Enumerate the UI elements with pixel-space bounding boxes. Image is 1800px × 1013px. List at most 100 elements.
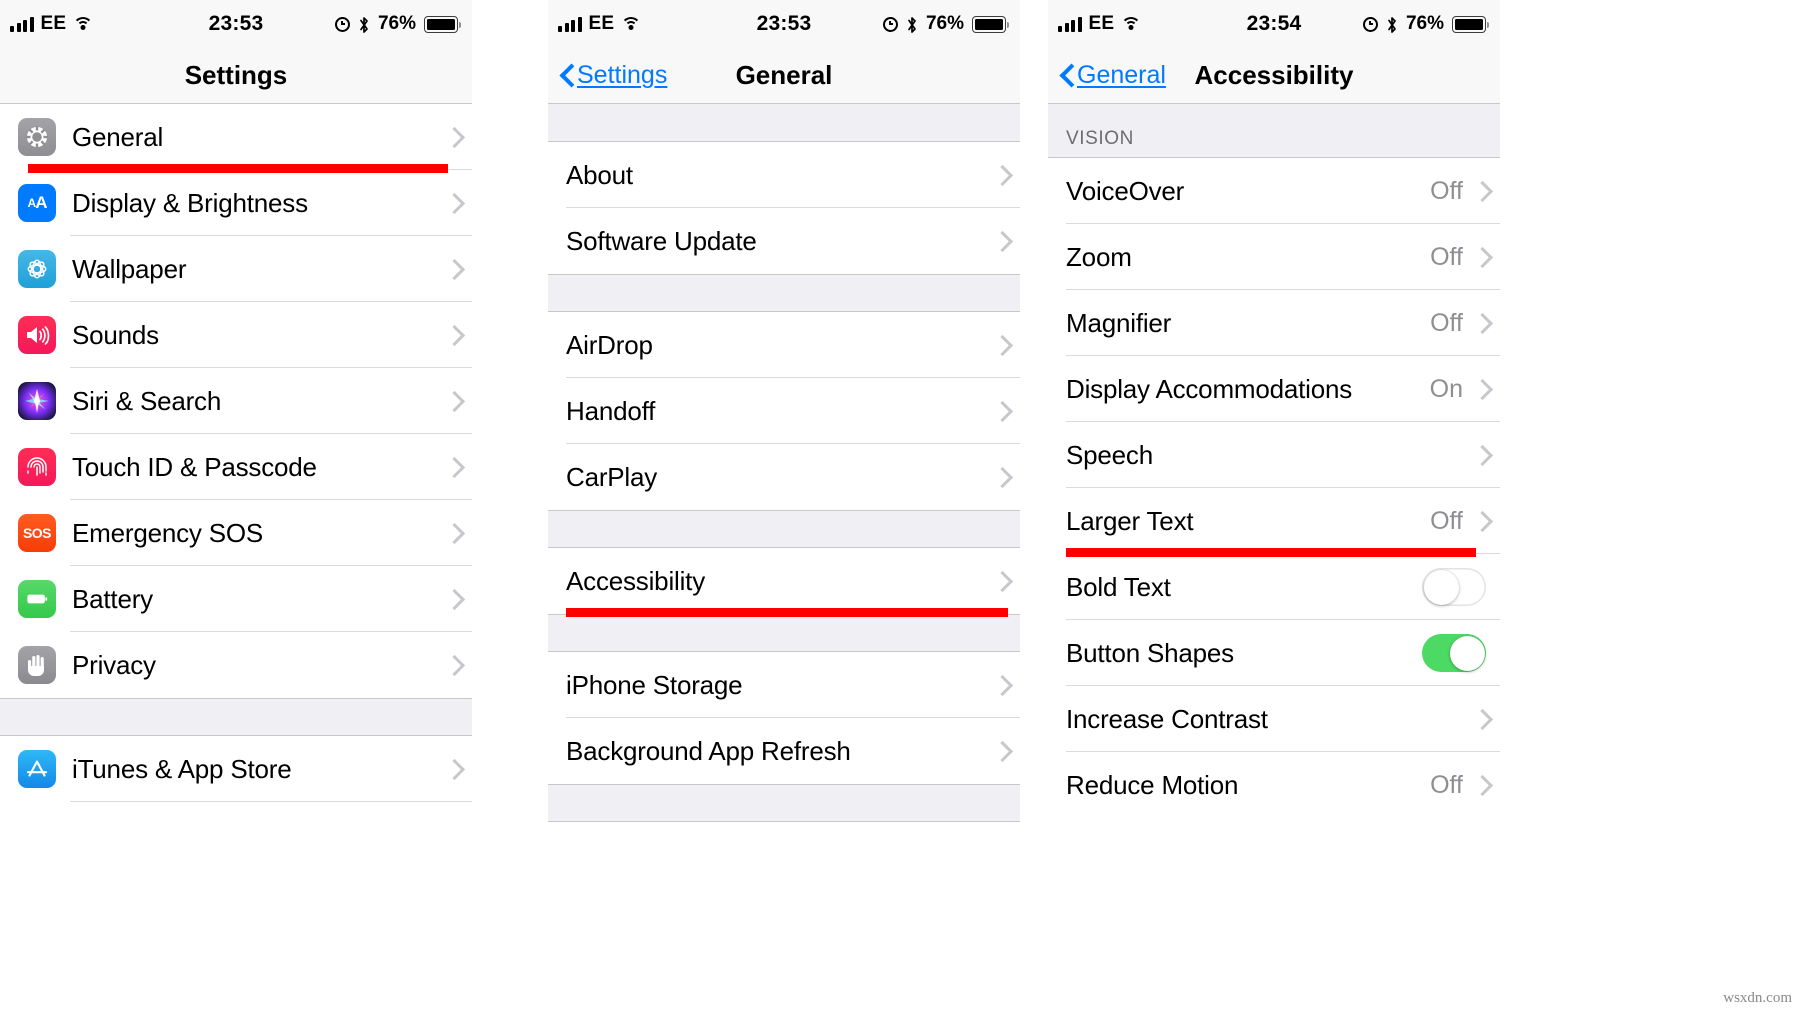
battery-percent-label: 76% <box>925 13 964 34</box>
list-item-battery[interactable]: Battery <box>0 566 472 632</box>
alarm-icon <box>882 16 898 32</box>
list-item-label: General <box>72 121 164 152</box>
list-item-wallpaper[interactable]: Wallpaper <box>0 236 472 302</box>
list-item-increase-contrast[interactable]: Increase Contrast <box>1048 686 1500 752</box>
nav-bar: General Accessibility <box>1048 48 1500 104</box>
app-store-icon <box>18 750 56 788</box>
list-item-handoff[interactable]: Handoff <box>548 378 1020 444</box>
section-gap <box>548 614 1020 652</box>
list-item-reduce-motion[interactable]: Reduce Motion Off <box>1048 752 1500 818</box>
status-bar: EE 23:53 76% <box>548 0 1020 48</box>
battery-icon <box>18 580 56 618</box>
chevron-right-icon <box>995 232 1006 251</box>
list-item-label: Reduce Motion <box>1066 769 1239 800</box>
siri-icon <box>18 382 56 420</box>
list-item-label: iPhone Storage <box>566 669 743 700</box>
carrier-label: EE <box>588 13 615 34</box>
list-item-label: Magnifier <box>1066 307 1172 338</box>
chevron-right-icon <box>447 524 458 543</box>
list-item-larger-text[interactable]: Larger Text Off <box>1048 488 1500 557</box>
chevron-left-icon <box>1060 64 1074 88</box>
battery-percent-label: 76% <box>1405 13 1444 34</box>
chevron-right-icon <box>447 128 458 147</box>
list-item-display-accommodations[interactable]: Display Accommodations On <box>1048 356 1500 422</box>
list-item-value: Off <box>1430 242 1463 271</box>
chevron-right-icon <box>995 402 1006 421</box>
list-item-siri-search[interactable]: Siri & Search <box>0 368 472 434</box>
panel-accessibility: EE 23:54 76% General Accessibility VISION Voic… <box>1048 0 1500 1013</box>
status-right: 76% <box>882 13 1009 35</box>
chevron-right-icon <box>1475 248 1486 267</box>
status-right: 76% <box>334 13 461 35</box>
chevron-right-icon <box>1475 512 1486 531</box>
settings-table: VISION VoiceOver Off Zoom Off Magnifier Off Dis… <box>1048 104 1500 818</box>
list-item-magnifier[interactable]: Magnifier Off <box>1048 290 1500 356</box>
list-item-iphone-storage[interactable]: iPhone Storage <box>548 652 1020 718</box>
toggle-switch[interactable] <box>1422 634 1486 672</box>
back-button[interactable]: General <box>1060 61 1166 90</box>
list-item-label: Privacy <box>72 649 156 680</box>
chevron-right-icon <box>447 590 458 609</box>
section-gap <box>548 104 1020 142</box>
list-item-bold-text[interactable]: Bold Text <box>1048 554 1500 620</box>
list-item-voiceover[interactable]: VoiceOver Off <box>1048 158 1500 224</box>
panel-general: EE 23:53 76% Settings General About Software U… <box>548 0 1020 1013</box>
red-highlight-underline <box>1066 548 1476 557</box>
list-item-accessibility[interactable]: Accessibility <box>548 548 1020 617</box>
status-left: EE <box>10 13 94 35</box>
list-item-sounds[interactable]: Sounds <box>0 302 472 368</box>
list-item-airdrop[interactable]: AirDrop <box>548 312 1020 378</box>
watermark: wsxdn.com <box>1723 990 1792 1006</box>
list-item-label: Background App Refresh <box>566 735 851 766</box>
toggle-switch[interactable] <box>1422 568 1486 606</box>
list-item-label: AirDrop <box>566 329 653 360</box>
signal-bars-icon <box>558 16 582 32</box>
bluetooth-icon <box>906 16 918 33</box>
chevron-right-icon <box>995 166 1006 185</box>
list-item-display-brightness[interactable]: A A Display & Brightness <box>0 170 472 236</box>
back-button[interactable]: Settings <box>560 61 667 90</box>
list-item-value: Off <box>1430 176 1463 205</box>
fingerprint-icon <box>18 448 56 486</box>
list-item-speech[interactable]: Speech <box>1048 422 1500 488</box>
list-item-carplay[interactable]: CarPlay <box>548 444 1020 510</box>
toggle-knob <box>1449 635 1485 671</box>
signal-bars-icon <box>1058 16 1082 32</box>
chevron-right-icon <box>447 458 458 477</box>
list-item-itunes-app-store[interactable]: iTunes & App Store <box>0 736 472 802</box>
sos-icon: SOS <box>18 514 56 552</box>
list-item-label: Handoff <box>566 395 656 426</box>
list-item-privacy[interactable]: Privacy <box>0 632 472 698</box>
chevron-right-icon <box>995 572 1006 591</box>
list-item-label: Accessibility <box>566 565 705 596</box>
list-item-value: Off <box>1430 308 1463 337</box>
chevron-left-icon <box>560 64 574 88</box>
gear-icon <box>18 118 56 156</box>
chevron-right-icon <box>447 260 458 279</box>
list-item-label: Battery <box>72 583 153 614</box>
back-button-label: General <box>1077 61 1166 89</box>
chevron-right-icon <box>995 336 1006 355</box>
section-gap <box>548 274 1020 312</box>
chevron-right-icon <box>1475 314 1486 333</box>
list-item-button-shapes[interactable]: Button Shapes <box>1048 620 1500 686</box>
list-item-emergency-sos[interactable]: SOS Emergency SOS <box>0 500 472 566</box>
hand-icon <box>18 646 56 684</box>
panel-gap <box>1020 0 1048 1013</box>
list-item-touch-id-passcode[interactable]: Touch ID & Passcode <box>0 434 472 500</box>
list-item-about[interactable]: About <box>548 142 1020 208</box>
list-item-software-update[interactable]: Software Update <box>548 208 1020 274</box>
chevron-right-icon <box>447 760 458 779</box>
red-highlight-underline <box>566 608 1008 617</box>
list-item-label: Zoom <box>1066 241 1132 272</box>
chevron-right-icon <box>447 194 458 213</box>
list-item-general[interactable]: General <box>0 104 472 173</box>
chevron-right-icon <box>447 326 458 345</box>
list-item-background-app-refresh[interactable]: Background App Refresh <box>548 718 1020 784</box>
list-item-zoom[interactable]: Zoom Off <box>1048 224 1500 290</box>
carrier-label: EE <box>1088 13 1115 34</box>
list-item-label: Sounds <box>72 319 159 350</box>
battery-icon <box>972 15 1009 33</box>
status-right: 76% <box>1362 13 1489 35</box>
list-item-label: Display & Brightness <box>72 187 308 218</box>
